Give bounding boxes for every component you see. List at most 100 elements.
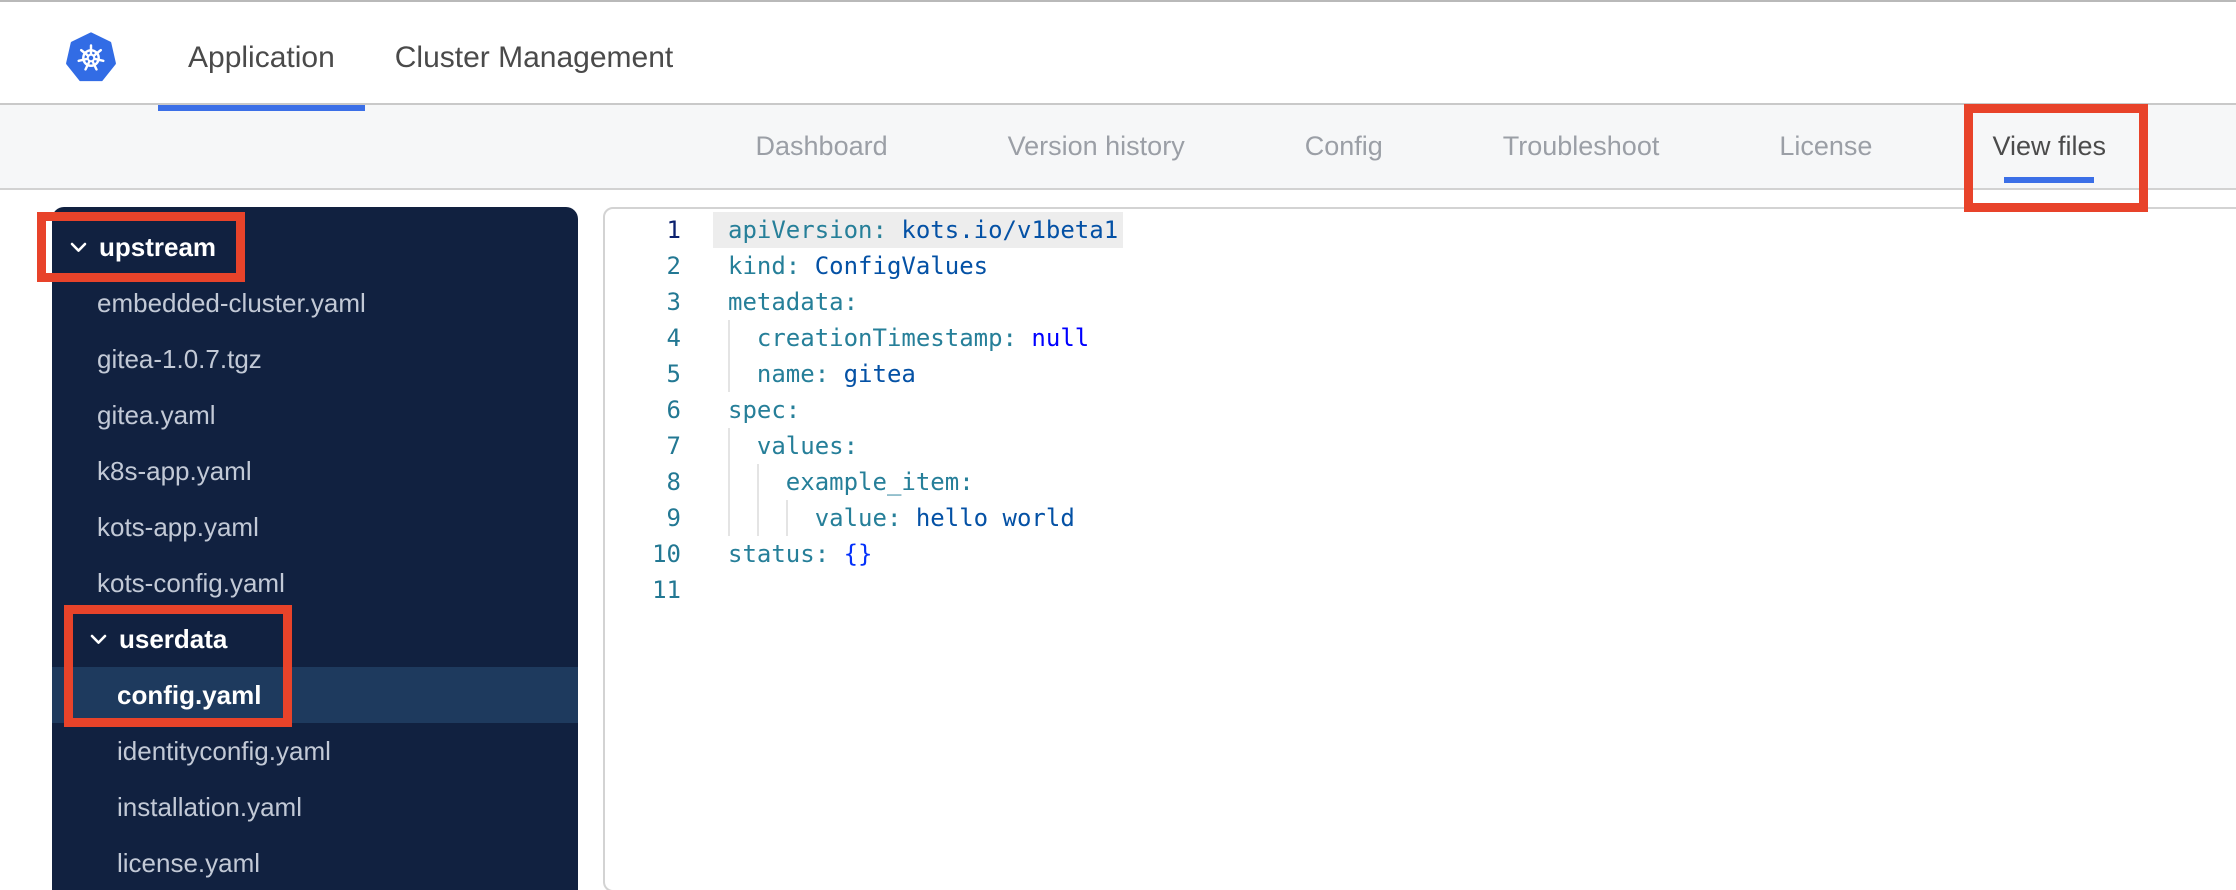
code-line: spec: bbox=[713, 392, 2236, 428]
editor-line: 1 apiVersion: kots.io/v1beta1 bbox=[605, 212, 2236, 248]
tree-item-label: embedded-cluster.yaml bbox=[97, 287, 366, 318]
editor-line: 4 creationTimestamp: null bbox=[605, 320, 2236, 356]
editor-line: 3 metadata: bbox=[605, 284, 2236, 320]
editor-line: 8 example_item: bbox=[605, 464, 2236, 500]
editor-line: 7 values: bbox=[605, 428, 2236, 464]
line-number: 10 bbox=[652, 540, 681, 568]
tree-item-label: config.yaml bbox=[117, 679, 262, 710]
code-token: spec: bbox=[728, 396, 801, 424]
code-token: name: bbox=[728, 360, 830, 388]
active-tab-underline bbox=[158, 105, 365, 111]
line-number: 1 bbox=[666, 216, 681, 244]
code-line: status: {} bbox=[713, 536, 2236, 572]
nav-tab-version-history[interactable]: Version history bbox=[1008, 105, 1185, 188]
tree-folder-userdata[interactable]: userdata bbox=[52, 611, 578, 667]
line-number: 7 bbox=[666, 432, 681, 460]
code-line: creationTimestamp: null bbox=[713, 320, 2236, 356]
chevron-down-icon bbox=[70, 242, 87, 253]
active-tab-underline bbox=[2004, 177, 2094, 183]
tree-file-installation-yaml[interactable]: installation.yaml bbox=[52, 779, 578, 835]
tree-item-label: gitea-1.0.7.tgz bbox=[97, 343, 262, 374]
tree-item-label: gitea.yaml bbox=[97, 399, 216, 430]
nav-tab-label: Config bbox=[1304, 131, 1383, 161]
file-content-editor[interactable]: 1 apiVersion: kots.io/v1beta1 2 kind: Confi… bbox=[603, 207, 2236, 890]
line-number: 2 bbox=[666, 252, 681, 280]
topbar-tab-label: Cluster Management bbox=[394, 40, 674, 74]
tree-file-gitea-1-0-7-tgz[interactable]: gitea-1.0.7.tgz bbox=[52, 331, 578, 387]
line-number: 4 bbox=[666, 324, 681, 352]
code-token: example_item: bbox=[728, 468, 974, 496]
top-app-bar: Application Cluster Management bbox=[0, 2, 2236, 111]
tree-file-license-yaml[interactable]: license.yaml bbox=[52, 835, 578, 890]
tree-item-label: kots-app.yaml bbox=[97, 511, 259, 542]
editor-line: 5 name: gitea bbox=[605, 356, 2236, 392]
editor-line: 11 bbox=[605, 572, 2236, 608]
tree-file-kots-app-yaml[interactable]: kots-app.yaml bbox=[52, 499, 578, 555]
nav-tab-config[interactable]: Config bbox=[1305, 105, 1383, 188]
code-line: value: hello world bbox=[713, 500, 2236, 536]
tree-file-embedded-cluster-yaml[interactable]: embedded-cluster.yaml bbox=[52, 275, 578, 331]
tree-item-label: userdata bbox=[119, 623, 228, 654]
editor-line: 2 kind: ConfigValues bbox=[605, 248, 2236, 284]
nav-tab-troubleshoot[interactable]: Troubleshoot bbox=[1503, 105, 1660, 188]
editor-line: 10 status: {} bbox=[605, 536, 2236, 572]
line-number: 9 bbox=[666, 504, 681, 532]
nav-tab-label: Version history bbox=[1007, 131, 1185, 161]
line-number: 5 bbox=[666, 360, 681, 388]
kots-admin-console: Application Cluster Management Dashboard V… bbox=[0, 0, 2236, 890]
nav-tab-label: Dashboard bbox=[755, 131, 888, 161]
code-token: null bbox=[1016, 324, 1090, 352]
code-token: values: bbox=[728, 432, 859, 460]
code-token: hello world bbox=[901, 504, 1075, 532]
code-line: example_item: bbox=[713, 464, 2236, 500]
tree-folder-upstream[interactable]: upstream bbox=[52, 219, 578, 275]
nav-tab-label: License bbox=[1779, 131, 1873, 161]
editor-line: 6 spec: bbox=[605, 392, 2236, 428]
code-token: status: bbox=[728, 540, 830, 568]
topbar-tabs: Application Cluster Management bbox=[158, 12, 703, 111]
tree-file-kots-config-yaml[interactable]: kots-config.yaml bbox=[52, 555, 578, 611]
tree-item-label: k8s-app.yaml bbox=[97, 455, 252, 486]
nav-tab-view-files[interactable]: View files bbox=[1992, 105, 2106, 188]
code-token: kind: bbox=[728, 252, 801, 280]
code-token: {} bbox=[843, 540, 873, 568]
tree-file-gitea-yaml[interactable]: gitea.yaml bbox=[52, 387, 578, 443]
code-token: apiVersion: bbox=[728, 216, 887, 244]
tree-file-config-yaml[interactable]: config.yaml bbox=[52, 667, 578, 723]
topbar-tab-cluster-management[interactable]: Cluster Management bbox=[365, 12, 703, 103]
editor-line: 9 value: hello world bbox=[605, 500, 2236, 536]
code-token: gitea bbox=[829, 360, 916, 388]
code-token: metadata: bbox=[728, 288, 859, 316]
topbar-tab-application[interactable]: Application bbox=[158, 12, 365, 111]
line-number: 6 bbox=[666, 396, 681, 424]
code-token: creationTimestamp: bbox=[728, 324, 1017, 352]
app-nav-bar: Dashboard Version history Config Troublesho… bbox=[0, 105, 2236, 190]
line-number: 11 bbox=[652, 576, 681, 604]
nav-tab-label: Troubleshoot bbox=[1502, 131, 1660, 161]
file-tree-sidebar: upstream embedded-cluster.yaml gitea-1.0.7… bbox=[52, 207, 578, 890]
topbar-tab-label: Application bbox=[188, 40, 335, 74]
code-line: values: bbox=[713, 428, 2236, 464]
nav-tab-dashboard[interactable]: Dashboard bbox=[756, 105, 888, 188]
code-token: ConfigValues bbox=[800, 252, 989, 280]
tree-item-label: kots-config.yaml bbox=[97, 567, 285, 598]
tree-file-identityconfig-yaml[interactable]: identityconfig.yaml bbox=[52, 723, 578, 779]
tree-item-label: installation.yaml bbox=[117, 791, 302, 822]
code-line: metadata: bbox=[713, 284, 2236, 320]
code-line: name: gitea bbox=[713, 356, 2236, 392]
tree-item-label: upstream bbox=[99, 231, 217, 262]
code-token: value: bbox=[728, 504, 902, 532]
line-number: 3 bbox=[666, 288, 681, 316]
line-number: 8 bbox=[666, 468, 681, 496]
nav-tab-license[interactable]: License bbox=[1779, 105, 1872, 188]
nav-tab-label: View files bbox=[1992, 131, 2106, 161]
tree-file-k8s-app-yaml[interactable]: k8s-app.yaml bbox=[52, 443, 578, 499]
chevron-down-icon bbox=[90, 634, 107, 645]
tree-item-label: identityconfig.yaml bbox=[117, 735, 331, 766]
tree-item-label: license.yaml bbox=[117, 847, 261, 878]
code-token: kots.io/v1beta1 bbox=[886, 216, 1119, 244]
kubernetes-logo-icon bbox=[66, 31, 116, 81]
code-line: apiVersion: kots.io/v1beta1 bbox=[713, 212, 2236, 248]
